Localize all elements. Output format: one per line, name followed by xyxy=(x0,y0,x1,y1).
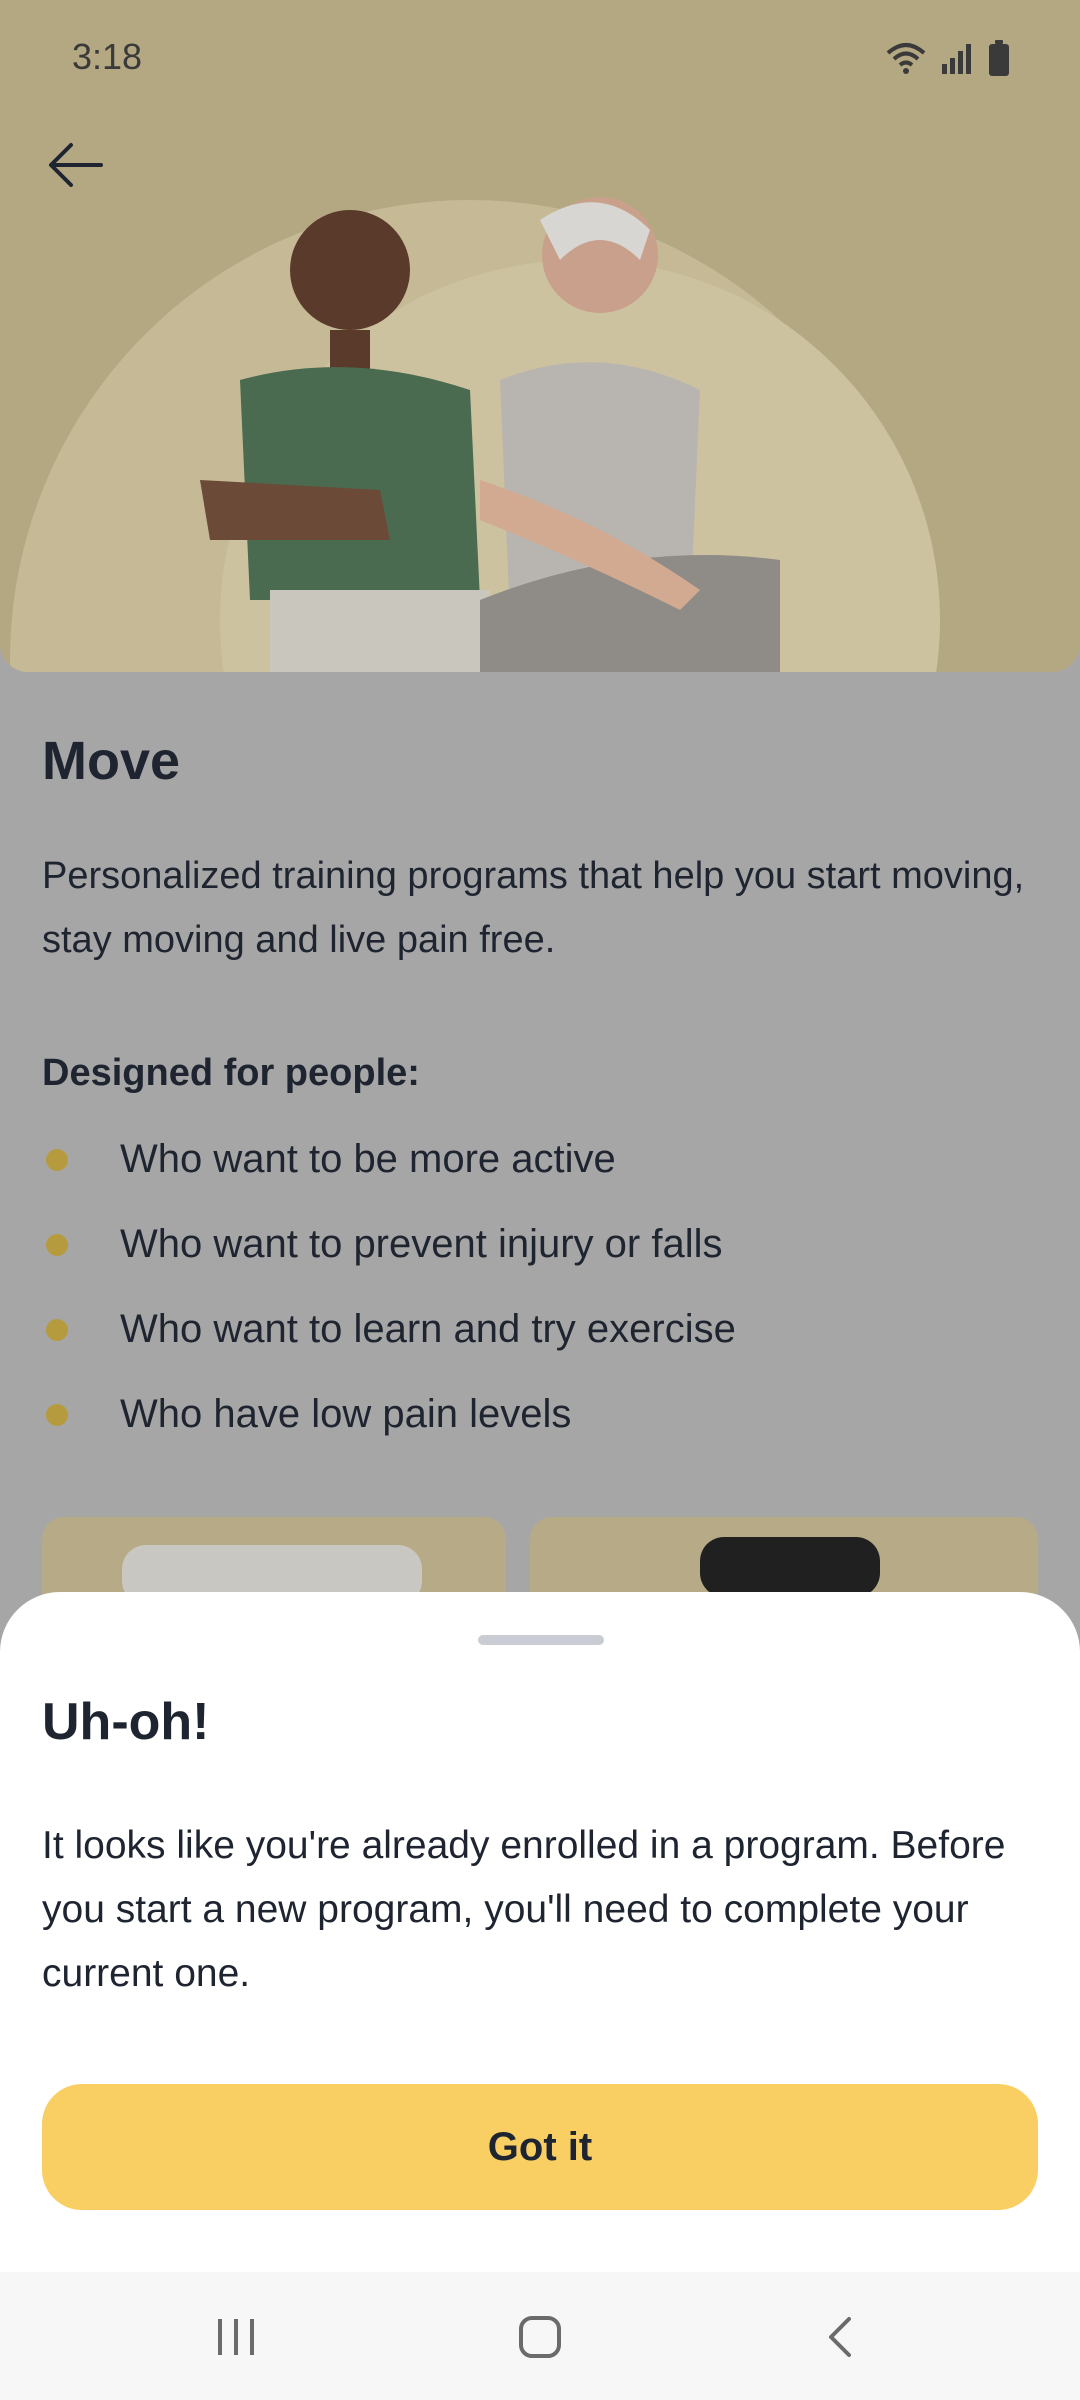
signal-icon xyxy=(942,44,971,74)
list-item: Who want to prevent injury or falls xyxy=(42,1202,1042,1287)
list-item: Who have low pain levels xyxy=(42,1372,1042,1457)
wifi-icon xyxy=(886,43,926,74)
system-nav-bar xyxy=(0,2272,1080,2400)
back-chevron-icon xyxy=(829,2317,851,2357)
list-item-label: Who want to learn and try exercise xyxy=(120,1307,736,1351)
hero-illustration xyxy=(200,197,780,672)
home-button[interactable] xyxy=(500,2302,580,2372)
status-icons xyxy=(886,38,1010,78)
list-item-label: Who want to be more active xyxy=(120,1137,616,1181)
back-button[interactable] xyxy=(40,130,110,200)
list-item-label: Who want to prevent injury or falls xyxy=(120,1222,723,1266)
phone-image xyxy=(122,1545,422,1605)
list-item: Who want to learn and try exercise xyxy=(42,1287,1042,1372)
watch-image xyxy=(700,1537,880,1597)
audience-list: Who want to be more active Who want to p… xyxy=(42,1117,1042,1457)
program-description: Personalized training programs that help… xyxy=(42,855,1025,961)
program-page: 3:18 Move Personalized training programs… xyxy=(0,0,1080,2400)
program-title: Move xyxy=(42,731,181,791)
recents-icon xyxy=(218,2319,254,2355)
battery-icon xyxy=(989,40,1009,76)
status-time: 3:18 xyxy=(72,36,143,77)
bullet-icon xyxy=(46,1148,68,1171)
system-back-button[interactable] xyxy=(800,2302,880,2372)
bullet-icon xyxy=(46,1403,68,1426)
designed-for-label: Designed for people: xyxy=(42,1052,420,1094)
got-it-button[interactable]: Got it xyxy=(42,2084,1038,2210)
enrolled-bottom-sheet: Uh-oh! It looks like you're already enro… xyxy=(0,1592,1080,2272)
recents-button[interactable] xyxy=(196,2302,276,2372)
sheet-title: Uh-oh! xyxy=(42,1693,210,1751)
sheet-message: It looks like you're already enrolled in… xyxy=(42,1824,1006,1995)
list-item-label: Who have low pain levels xyxy=(120,1392,572,1436)
home-icon xyxy=(519,2316,561,2358)
arrow-left-icon xyxy=(49,143,103,187)
status-bar: 3:18 xyxy=(0,0,1080,120)
program-content: Move Personalized training programs that… xyxy=(42,730,1042,1457)
sheet-drag-handle[interactable] xyxy=(478,1635,604,1645)
bullet-icon xyxy=(46,1233,68,1256)
list-item: Who want to be more active xyxy=(42,1117,1042,1202)
bullet-icon xyxy=(46,1318,68,1341)
